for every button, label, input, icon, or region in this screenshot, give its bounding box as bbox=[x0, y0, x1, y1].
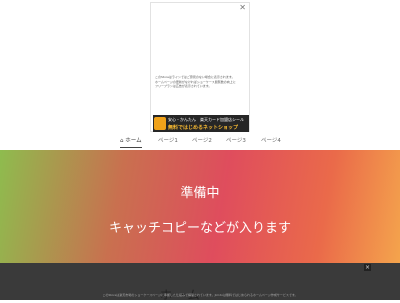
ad-banner-bottom-text: 無料ではじめるネットショップ bbox=[168, 125, 239, 131]
nav-item-page1[interactable]: ページ1 bbox=[158, 136, 178, 147]
hero-title: 準備中 bbox=[180, 186, 220, 201]
ad-text-line: このStoreはラインではご意見のない場合に表示されます。 bbox=[155, 75, 235, 79]
home-icon: ⌂ bbox=[120, 138, 124, 144]
hero-subtitle: キャッチコピーなどが入ります bbox=[108, 221, 291, 236]
main-navigation: ⌂ ホーム ページ1 ページ2 ページ3 ページ4 bbox=[0, 134, 400, 148]
ad-description: このStoreはラインではご意見のない場合に表示されます。 ホームページの更新が… bbox=[155, 75, 247, 89]
nav-item-label: ホーム bbox=[125, 138, 142, 144]
ad-text-line: フリープランは広告が表示されています。 bbox=[155, 84, 212, 88]
ad-banner-box[interactable]: ✕ このStoreはラインではご意見のない場合に表示されます。 ホームページの更… bbox=[150, 2, 250, 132]
ad-banner-top-text: 安心・かんたん 楽天カード加盟店シール bbox=[168, 117, 244, 122]
nav-item-home[interactable]: ⌂ ホーム bbox=[120, 136, 142, 148]
shop-logo-icon bbox=[154, 117, 166, 130]
ad-shop-banner[interactable]: 安心・かんたん 楽天カード加盟店シール 無料ではじめるネットショップ bbox=[153, 115, 249, 132]
footer-close-icon[interactable]: × bbox=[364, 264, 371, 271]
nav-item-page4[interactable]: ページ4 bbox=[261, 136, 281, 147]
hero-section bbox=[0, 150, 400, 263]
footer-ad-text: このStoreは楽天市場のショーケースページに準拠した仕組みで構築されています。… bbox=[102, 293, 298, 297]
nav-item-page2[interactable]: ページ2 bbox=[192, 136, 212, 147]
ad-close-icon[interactable]: ✕ bbox=[239, 3, 246, 13]
nav-item-page3[interactable]: ページ3 bbox=[226, 136, 246, 147]
